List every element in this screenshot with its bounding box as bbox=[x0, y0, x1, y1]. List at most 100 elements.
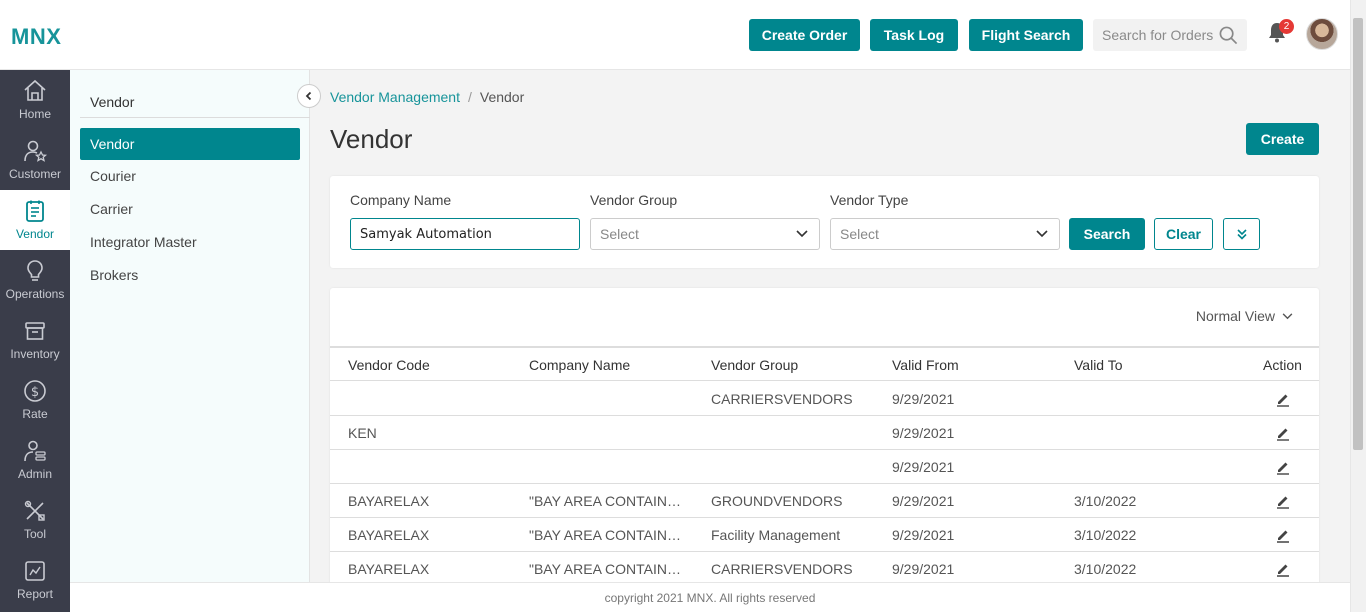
edit-icon[interactable] bbox=[1275, 459, 1291, 480]
create-order-button[interactable]: Create Order bbox=[749, 19, 860, 51]
view-toggle-label: Normal View bbox=[1195, 308, 1275, 324]
table-row: BAYARELAX "BAY AREA CONTAINER... GROUNDV… bbox=[330, 484, 1319, 518]
tools-icon bbox=[24, 500, 45, 521]
task-log-button[interactable]: Task Log bbox=[870, 19, 958, 51]
edit-icon[interactable] bbox=[1275, 391, 1291, 412]
cell-valid-to: 3/10/2022 bbox=[1074, 561, 1137, 577]
vendor-type-select[interactable]: Select bbox=[830, 218, 1060, 250]
cell-valid-from: 9/29/2021 bbox=[892, 425, 955, 441]
nav-label-operations: Operations bbox=[5, 287, 65, 301]
edit-icon[interactable] bbox=[1275, 493, 1291, 514]
order-search-input[interactable] bbox=[1093, 19, 1213, 51]
vendor-group-value: Select bbox=[600, 226, 639, 242]
svg-text:$: $ bbox=[31, 385, 39, 400]
table-row: 9/29/2021 bbox=[330, 450, 1319, 484]
nav-item-customer[interactable]: Customer bbox=[0, 130, 70, 190]
edit-icon[interactable] bbox=[1275, 425, 1291, 446]
column-header-action: Action bbox=[1263, 357, 1302, 373]
edit-icon[interactable] bbox=[1275, 527, 1291, 548]
cell-vendor-group: CARRIERSVENDORS bbox=[711, 391, 853, 407]
customer-icon bbox=[24, 140, 48, 162]
nav-item-vendor[interactable]: Vendor bbox=[0, 190, 70, 250]
cell-valid-from: 9/29/2021 bbox=[892, 527, 955, 543]
user-avatar[interactable] bbox=[1306, 18, 1338, 50]
column-header-company-name[interactable]: Company Name bbox=[529, 357, 630, 373]
nav-item-report[interactable]: Report bbox=[0, 550, 70, 610]
nav-label-customer: Customer bbox=[8, 167, 61, 181]
subnav-item-brokers[interactable]: Brokers bbox=[80, 259, 300, 291]
breadcrumb-current: Vendor bbox=[479, 89, 525, 105]
cell-company-name: "BAY AREA CONTAINER... bbox=[529, 493, 689, 509]
cell-valid-to: 3/10/2022 bbox=[1074, 493, 1137, 509]
nav-item-admin[interactable]: Admin bbox=[0, 430, 70, 490]
nav-label-inventory: Inventory bbox=[10, 347, 60, 361]
vendor-type-value: Select bbox=[840, 226, 879, 242]
subnav-title: Vendor bbox=[90, 94, 135, 110]
subnav-item-carrier[interactable]: Carrier bbox=[80, 193, 300, 225]
mnx-logo[interactable]: MNX bbox=[11, 24, 61, 50]
vendor-table-card: Normal View Vendor Code Company Name Ven… bbox=[330, 288, 1319, 588]
box-icon bbox=[25, 322, 45, 340]
nav-item-inventory[interactable]: Inventory bbox=[0, 310, 70, 370]
search-button[interactable]: Search bbox=[1069, 218, 1145, 250]
chevron-down-icon bbox=[1282, 312, 1293, 319]
cell-valid-from: 9/29/2021 bbox=[892, 493, 955, 509]
cell-valid-from: 9/29/2021 bbox=[892, 459, 955, 475]
cell-company-name: "BAY AREA CONTAINER... bbox=[529, 561, 689, 577]
cell-vendor-group: GROUNDVENDORS bbox=[711, 493, 843, 509]
nav-label-vendor: Vendor bbox=[15, 227, 55, 241]
breadcrumb-separator: / bbox=[467, 89, 472, 105]
order-search-box bbox=[1093, 19, 1247, 51]
nav-item-tool[interactable]: Tool bbox=[0, 490, 70, 550]
cell-vendor-code: BAYARELAX bbox=[348, 561, 430, 577]
filter-panel: Company Name Vendor Group Vendor Type Se… bbox=[330, 176, 1319, 268]
table-row: KEN 9/29/2021 bbox=[330, 416, 1319, 450]
cell-vendor-group: Facility Management bbox=[711, 527, 841, 543]
collapse-sidebar-button[interactable] bbox=[297, 84, 321, 108]
footer: copyright 2021 MNX. All rights reserved bbox=[70, 582, 1350, 612]
column-header-vendor-code[interactable]: Vendor Code bbox=[348, 357, 430, 373]
cell-vendor-group: CARRIERSVENDORS bbox=[711, 561, 853, 577]
vendor-type-label: Vendor Type bbox=[830, 192, 909, 208]
top-bar: MNX Create Order Task Log Flight Search … bbox=[0, 0, 1366, 70]
company-name-input[interactable] bbox=[350, 218, 580, 250]
create-button[interactable]: Create bbox=[1246, 123, 1319, 155]
column-header-valid-from[interactable]: Valid From bbox=[892, 357, 959, 373]
search-icon[interactable] bbox=[1219, 26, 1238, 50]
nav-label-admin: Admin bbox=[17, 467, 52, 481]
vendor-group-label: Vendor Group bbox=[590, 192, 678, 208]
notification-badge: 2 bbox=[1279, 19, 1294, 34]
nav-item-operations[interactable]: Operations bbox=[0, 250, 70, 310]
nav-item-home[interactable]: Home bbox=[0, 70, 70, 130]
cell-valid-from: 9/29/2021 bbox=[892, 561, 955, 577]
table-row: BAYARELAX "BAY AREA CONTAINER... CARRIER… bbox=[330, 552, 1319, 586]
nav-label-home: Home bbox=[18, 107, 51, 121]
column-header-valid-to[interactable]: Valid To bbox=[1074, 357, 1123, 373]
cell-valid-to: 3/10/2022 bbox=[1074, 527, 1137, 543]
chevron-down-icon bbox=[1036, 230, 1048, 238]
breadcrumb: Vendor Management / Vendor bbox=[330, 89, 524, 105]
column-header-vendor-group[interactable]: Vendor Group bbox=[711, 357, 798, 373]
flight-search-button[interactable]: Flight Search bbox=[969, 19, 1083, 51]
edit-icon[interactable] bbox=[1275, 561, 1291, 582]
view-toggle[interactable]: Normal View bbox=[1196, 308, 1293, 324]
dollar-icon: $ bbox=[24, 380, 46, 402]
copyright-text: copyright 2021 MNX. All rights reserved bbox=[604, 590, 816, 605]
scrollbar-thumb[interactable] bbox=[1353, 18, 1363, 450]
table-row: BAYARELAX "BAY AREA CONTAINER... Facilit… bbox=[330, 518, 1319, 552]
vendor-group-select[interactable]: Select bbox=[590, 218, 820, 250]
nav-item-rate[interactable]: $ Rate bbox=[0, 370, 70, 430]
cell-vendor-code: BAYARELAX bbox=[348, 527, 430, 543]
clear-button[interactable]: Clear bbox=[1154, 218, 1213, 250]
breadcrumb-vendor-management[interactable]: Vendor Management bbox=[330, 89, 460, 105]
nav-label-rate: Rate bbox=[22, 407, 48, 421]
subnav-item-integrator-master[interactable]: Integrator Master bbox=[80, 226, 300, 258]
subnav-item-vendor[interactable]: Vendor bbox=[80, 128, 300, 160]
subnav-item-courier[interactable]: Courier bbox=[80, 160, 300, 192]
cell-vendor-code: BAYARELAX bbox=[348, 493, 430, 509]
nav-label-tool: Tool bbox=[23, 527, 46, 541]
expand-filters-button[interactable] bbox=[1223, 218, 1260, 250]
divider bbox=[80, 117, 310, 118]
chevron-down-icon bbox=[796, 230, 808, 238]
table-row: CARRIERSVENDORS 9/29/2021 bbox=[330, 382, 1319, 416]
